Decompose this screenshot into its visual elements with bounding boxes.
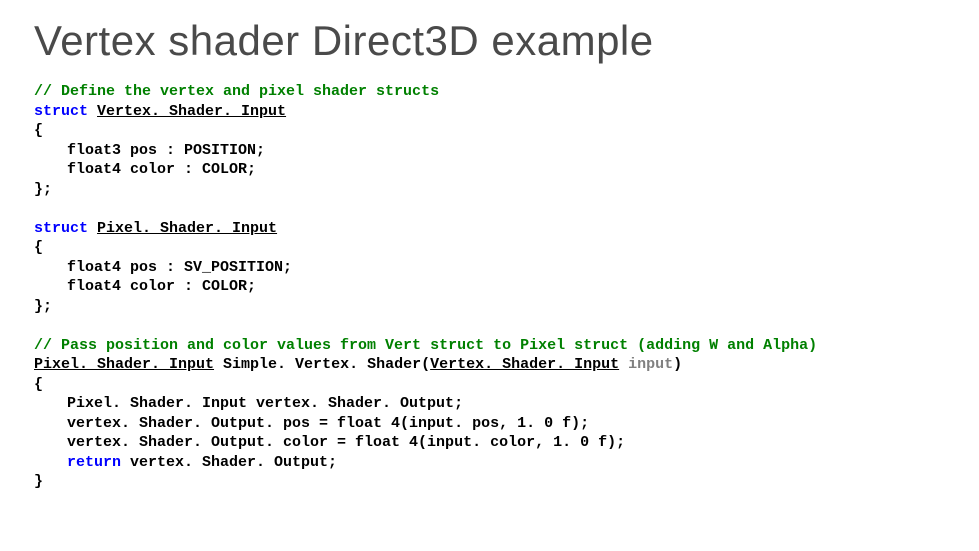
code-block: // Define the vertex and pixel shader st…: [34, 82, 945, 492]
code-fn-name: Simple. Vertex. Shader: [223, 356, 421, 373]
code-type-vsi: Vertex. Shader. Input: [97, 103, 286, 120]
code-line: float3 pos : POSITION;: [67, 142, 265, 159]
code-fn-return-type: Pixel. Shader. Input: [34, 356, 214, 373]
code-line: float4 color : COLOR;: [67, 278, 256, 295]
slide: Vertex shader Direct3D example // Define…: [0, 0, 979, 492]
code-brace: };: [34, 181, 52, 198]
code-paren: (: [421, 356, 430, 373]
code-param-type: Vertex. Shader. Input: [430, 356, 619, 373]
code-brace: {: [34, 122, 43, 139]
code-line: vertex. Shader. Output. pos = float 4(in…: [67, 415, 589, 432]
code-brace: {: [34, 239, 43, 256]
code-line: vertex. Shader. Output. color = float 4(…: [67, 434, 625, 451]
code-line: float4 pos : SV_POSITION;: [67, 259, 292, 276]
code-brace: {: [34, 376, 43, 393]
code-line: vertex. Shader. Output;: [121, 454, 337, 471]
code-keyword-struct: struct: [34, 220, 88, 237]
code-keyword-return: return: [67, 454, 121, 471]
code-keyword-struct: struct: [34, 103, 88, 120]
code-line: float4 color : COLOR;: [67, 161, 256, 178]
page-title: Vertex shader Direct3D example: [34, 18, 945, 64]
code-brace: }: [34, 473, 43, 490]
code-paren: ): [673, 356, 682, 373]
code-brace: };: [34, 298, 52, 315]
code-comment: // Pass position and color values from V…: [34, 337, 817, 354]
code-line: Pixel. Shader. Input vertex. Shader. Out…: [67, 395, 463, 412]
code-comment: // Define the vertex and pixel shader st…: [34, 83, 439, 100]
code-param-name: input: [628, 356, 673, 373]
code-type-psi: Pixel. Shader. Input: [97, 220, 277, 237]
